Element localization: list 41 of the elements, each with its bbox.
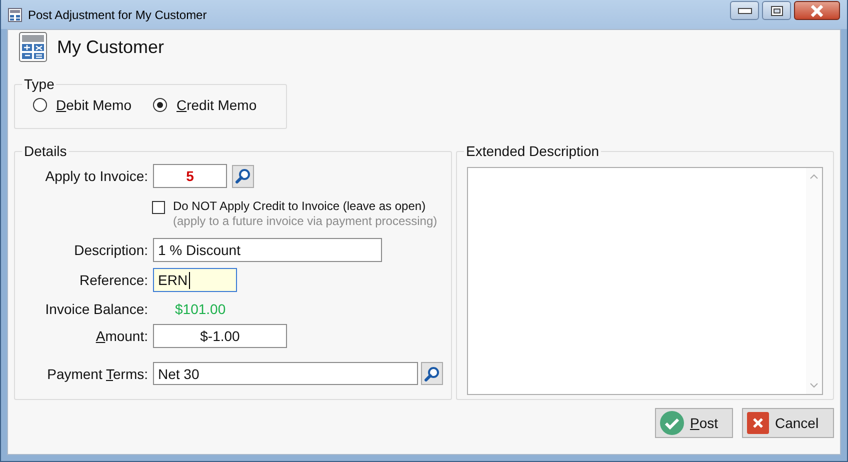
amount-field[interactable]: $-1.00 xyxy=(153,324,287,348)
reference-field[interactable]: ERN xyxy=(153,268,237,292)
checkbox-label: Do NOT Apply Credit to Invoice (leave as open) xyxy=(173,199,427,214)
search-button[interactable] xyxy=(421,362,443,385)
group-label: Extended Description xyxy=(465,143,600,159)
minimize-button[interactable] xyxy=(730,1,759,20)
calculator-icon xyxy=(19,32,47,62)
radio-option[interactable]: Credit Memo xyxy=(153,97,257,113)
hint-text: (apply to a future invoice via payment processing) xyxy=(173,214,438,229)
extended-description-field[interactable] xyxy=(467,167,823,395)
field-label: Apply to Invoice: xyxy=(44,168,148,184)
close-icon xyxy=(809,4,825,16)
window-title: Post Adjustment for My Customer xyxy=(28,8,207,22)
post-button[interactable]: Post xyxy=(655,408,733,438)
description-field[interactable]: 1 % Discount xyxy=(153,238,382,262)
checkbox[interactable] xyxy=(152,201,165,214)
invoice-field[interactable]: 5 xyxy=(153,164,227,188)
close-button[interactable] xyxy=(794,1,840,20)
radio-option[interactable]: Debit Memo xyxy=(33,97,132,113)
check-icon xyxy=(660,411,684,435)
calculator-icon xyxy=(8,8,22,22)
search-icon xyxy=(424,366,440,382)
minimize-icon xyxy=(738,8,752,14)
search-icon xyxy=(235,168,251,184)
field-label: Description: xyxy=(73,242,148,258)
field-label: Invoice Balance: xyxy=(44,301,148,317)
balance-value: $101.00 xyxy=(175,301,226,317)
payment-terms-field[interactable]: Net 30 xyxy=(153,362,418,385)
radio-button[interactable] xyxy=(33,98,47,112)
maximize-icon xyxy=(770,6,782,16)
radio-button[interactable] xyxy=(153,98,168,112)
search-button[interactable] xyxy=(232,164,254,188)
maximize-button[interactable] xyxy=(762,1,791,20)
cancel-button[interactable]: Cancel xyxy=(742,408,834,438)
field-label: Reference: xyxy=(78,272,148,288)
group-label: Type xyxy=(23,76,56,92)
close-icon xyxy=(747,412,769,434)
group-label: Details xyxy=(23,143,68,159)
field-label: Payment Terms: xyxy=(46,366,148,382)
field-label: Amount: xyxy=(94,328,148,344)
customer-name: My Customer xyxy=(57,36,164,58)
